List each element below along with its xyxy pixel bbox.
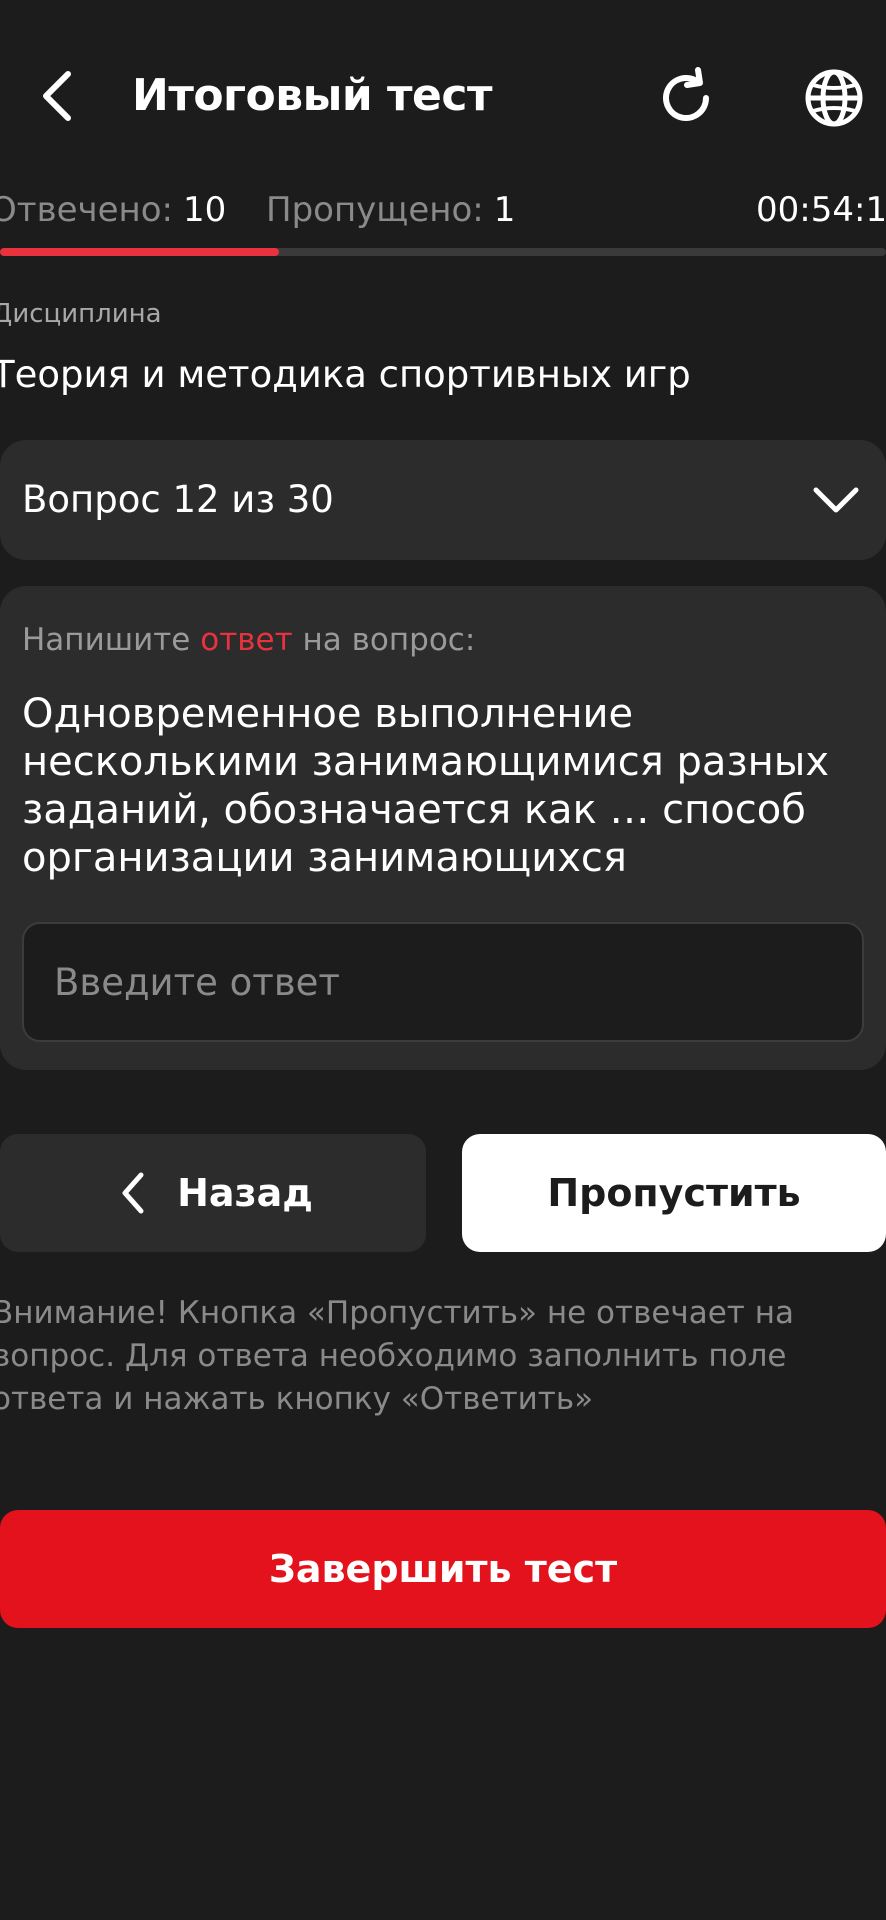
notice-text: Внимание! Кнопка «Пропустить» не отвечае… <box>0 1295 794 1417</box>
skipped-count: 1 <box>493 190 516 230</box>
progress-fill <box>0 248 280 256</box>
back-nav-button[interactable]: Назад <box>0 1134 426 1252</box>
answer-input[interactable] <box>22 922 864 1042</box>
timer: 00:54:15 <box>756 190 886 230</box>
back-nav-label: Назад <box>177 1171 313 1215</box>
skip-button[interactable]: Пропустить <box>462 1134 886 1252</box>
globe-icon <box>805 69 863 127</box>
question-card: Напишите ответ на вопрос: Одновременное … <box>0 586 886 1070</box>
final-test-screen: Итоговый тест Отвечено: 10 Пропущено: 1 00… <box>0 0 886 1920</box>
page-title: Итоговый тест <box>132 70 492 121</box>
skip-label: Пропустить <box>547 1171 801 1215</box>
prompt-text-end: на вопрос: <box>292 622 476 658</box>
discipline-name: Теория и методика спортивных игр <box>0 353 691 396</box>
question-selector[interactable]: Вопрос 12 из 30 <box>0 440 886 560</box>
question-text: Одновременное выполнение несколькими зан… <box>22 691 830 881</box>
chevron-left-icon <box>113 1168 153 1218</box>
prompt-accent: ответ <box>200 622 293 658</box>
back-button[interactable] <box>22 60 94 132</box>
prompt-text: Напишите <box>22 622 201 658</box>
finish-test-button[interactable]: Завершить тест <box>0 1510 886 1628</box>
progress-bar <box>0 248 886 256</box>
refresh-icon <box>663 67 709 121</box>
question-number: Вопрос 12 из 30 <box>22 478 334 521</box>
discipline-label: Дисциплина <box>0 299 162 329</box>
answered-label: Отвечено: <box>0 190 174 230</box>
stats-row: Отвечено:10 Пропущено:1 00:54:15 <box>0 186 886 234</box>
question-prompt: Напишите ответ на вопрос: <box>22 618 475 662</box>
skipped-label: Пропущено: <box>266 190 484 230</box>
skipped-stat: Пропущено: 1 <box>266 186 515 234</box>
chevron-down-icon <box>806 464 866 536</box>
finish-test-label: Завершить тест <box>268 1547 618 1591</box>
answered-stat: Отвечено: 10 <box>0 186 226 234</box>
language-button[interactable] <box>796 60 872 136</box>
chevron-left-icon <box>43 71 71 121</box>
refresh-button[interactable] <box>648 60 724 136</box>
answered-count: 10 <box>183 190 227 230</box>
